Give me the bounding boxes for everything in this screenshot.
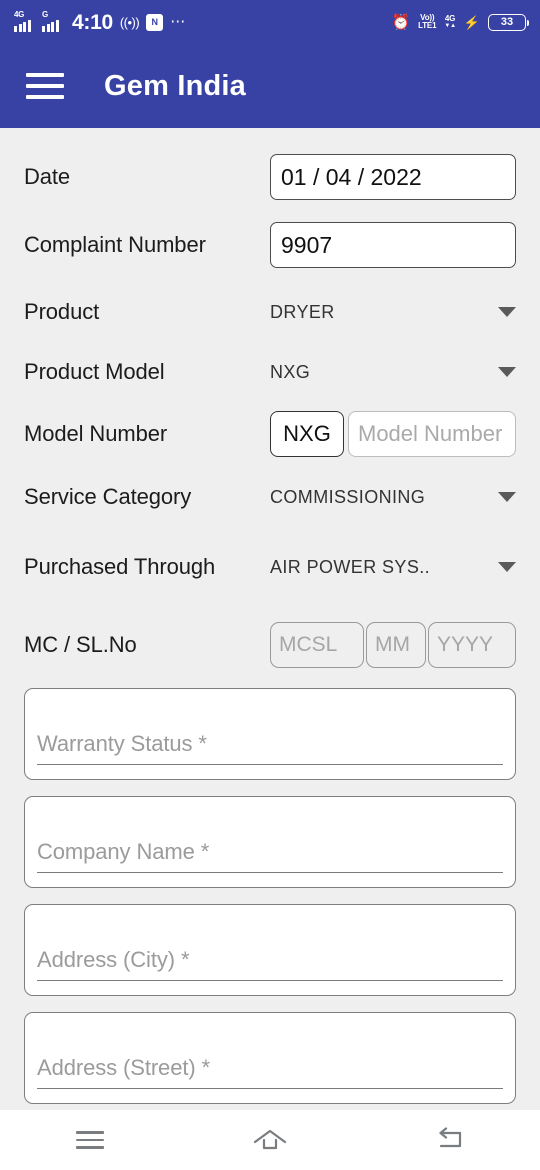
hamburger-menu-icon[interactable] (26, 70, 66, 102)
service-category-dropdown[interactable]: COMMISSIONING (270, 487, 516, 508)
charging-bolt-icon: ⚡ (463, 14, 480, 30)
label-date: Date (24, 164, 71, 189)
warranty-status-input[interactable]: Warranty Status * (37, 731, 503, 765)
form-row-mc-sl-no: MC / SL.No MCSL MM YYYY (0, 606, 540, 684)
android-navigation-bar (0, 1110, 540, 1170)
address-city-card[interactable]: Address (City) * (24, 904, 516, 996)
form-row-service-category: Service Category COMMISSIONING (0, 466, 540, 528)
alarm-clock-icon: ⏰ (391, 13, 411, 31)
form-row-complaint-number: Complaint Number 9907 (0, 214, 540, 276)
home-button[interactable] (180, 1110, 360, 1170)
model-number-prefix: NXG (270, 411, 344, 457)
label-purchased-through: Purchased Through (24, 554, 216, 579)
status-bar: 4G G 4:10 ((•)) N ⋯ ⏰ Vo)) LTE1 4G ▼▲ ⚡ (0, 0, 540, 44)
product-dropdown[interactable]: DRYER (270, 302, 516, 323)
product-model-dropdown[interactable]: NXG (270, 362, 516, 383)
more-dots-icon: ⋯ (170, 13, 187, 30)
status-bar-right: ⏰ Vo)) LTE1 4G ▼▲ ⚡ 33 (391, 12, 529, 31)
mobile-data-icon: 4G ▼▲ (444, 13, 456, 30)
nfc-icon: N (146, 13, 164, 31)
service-category-dropdown-value: COMMISSIONING (270, 486, 426, 507)
app-bar: Gem India (0, 44, 540, 128)
purchased-through-dropdown-value: AIR POWER SYS.. (270, 556, 431, 577)
battery-level-label: 33 (500, 15, 514, 28)
address-city-input[interactable]: Address (City) * (37, 947, 503, 981)
app-title: Gem India (104, 69, 246, 102)
company-name-card[interactable]: Company Name * (24, 796, 516, 888)
form-row-date: Date 01 / 04 / 2022 (0, 146, 540, 208)
chevron-down-icon (498, 492, 516, 502)
recents-menu-icon (76, 1131, 104, 1149)
mc-sl-no-group: MCSL MM YYYY (270, 622, 516, 668)
label-product: Product (24, 299, 100, 324)
product-model-dropdown-value: NXG (270, 361, 311, 382)
mcsl-input[interactable]: MCSL (270, 622, 364, 668)
warranty-status-card[interactable]: Warranty Status * (24, 688, 516, 780)
chevron-down-icon (498, 367, 516, 377)
date-input[interactable]: 01 / 04 / 2022 (270, 154, 516, 200)
label-complaint-number: Complaint Number (24, 232, 206, 257)
wifi-hotspot-icon: ((•)) (119, 14, 140, 30)
clock-label: 4:10 (72, 10, 113, 34)
label-mc-sl-no: MC / SL.No (24, 632, 137, 657)
network-type-sim1-label: 4G (14, 9, 25, 19)
form-row-product: Product DRYER (0, 282, 540, 342)
company-name-input[interactable]: Company Name * (37, 839, 503, 873)
label-product-model: Product Model (24, 359, 165, 384)
chevron-down-icon (498, 307, 516, 317)
signal-bars-sim2-icon: G (42, 9, 63, 32)
volte-icon: Vo)) LTE1 (418, 12, 437, 30)
form-content: Date 01 / 04 / 2022 Complaint Number 990… (0, 128, 540, 1110)
address-street-card[interactable]: Address (Street) * (24, 1012, 516, 1104)
chevron-down-icon (498, 562, 516, 572)
model-number-input[interactable]: Model Number (348, 411, 516, 457)
phone-screen: 4G G 4:10 ((•)) N ⋯ ⏰ Vo)) LTE1 4G ▼▲ ⚡ (0, 0, 540, 1170)
back-button[interactable] (360, 1110, 540, 1170)
label-service-category: Service Category (24, 484, 192, 509)
purchased-through-dropdown[interactable]: AIR POWER SYS.. (270, 557, 516, 578)
status-bar-left: 4G G 4:10 ((•)) N ⋯ (14, 9, 187, 34)
form-row-model-number: Model Number NXG Model Number (0, 402, 540, 466)
mc-year-input[interactable]: YYYY (428, 622, 516, 668)
signal-bars-sim1-icon: 4G (14, 9, 35, 32)
product-dropdown-value: DRYER (270, 301, 335, 322)
back-arrow-icon (439, 1127, 462, 1148)
recents-button[interactable] (0, 1110, 180, 1170)
battery-icon: 33 (488, 13, 529, 31)
complaint-number-input[interactable]: 9907 (270, 222, 516, 268)
home-icon (253, 1129, 287, 1150)
form-row-purchased-through: Purchased Through AIR POWER SYS.. (0, 528, 540, 606)
address-street-input[interactable]: Address (Street) * (37, 1055, 503, 1089)
network-type-sim2-label: G (42, 9, 48, 19)
label-model-number: Model Number (24, 421, 168, 446)
mc-month-input[interactable]: MM (366, 622, 426, 668)
form-row-product-model: Product Model NXG (0, 342, 540, 402)
